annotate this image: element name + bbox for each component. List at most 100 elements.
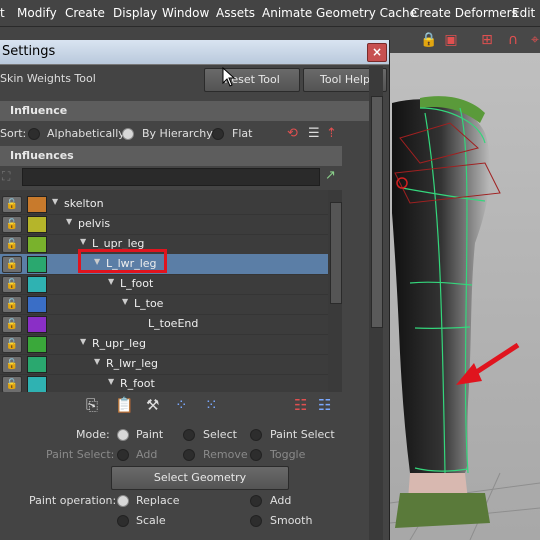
- color-swatch[interactable]: [27, 356, 47, 373]
- expand-arrow-icon[interactable]: ▼: [94, 357, 100, 366]
- mode-paint-select-radio[interactable]: [250, 429, 262, 441]
- expand-arrow-icon[interactable]: ▼: [80, 337, 86, 346]
- influence-section-header[interactable]: Influence: [0, 101, 370, 121]
- lock-icon[interactable]: 🔓: [2, 296, 22, 313]
- menu-create[interactable]: Create: [65, 6, 105, 20]
- tree-row[interactable]: 🔓 ▼ L_foot: [0, 274, 328, 295]
- menu-edit-deformers[interactable]: Edit D: [512, 6, 540, 20]
- paint-op-smooth-radio[interactable]: [250, 515, 262, 527]
- paint-select-toggle-label: Toggle: [270, 448, 306, 461]
- paint-op-scale-radio[interactable]: [117, 515, 129, 527]
- tree-row[interactable]: 🔓 ▼ R_foot: [0, 374, 328, 392]
- color-swatch[interactable]: [27, 276, 47, 293]
- reset-sort-icon[interactable]: ⟲: [287, 126, 298, 141]
- lock-icon[interactable]: 🔓: [2, 376, 22, 392]
- window-scrollbar-thumb[interactable]: [371, 96, 383, 328]
- color-swatch[interactable]: [27, 216, 47, 233]
- paint-select-toggle-radio[interactable]: [250, 449, 262, 461]
- influence-name: pelvis: [78, 217, 111, 230]
- expand-arrow-icon[interactable]: ▼: [66, 217, 72, 226]
- expand-arrow-icon[interactable]: ▼: [80, 237, 86, 246]
- select-geometry-button[interactable]: Select Geometry: [111, 466, 289, 490]
- lock-icon[interactable]: 🔓: [2, 276, 22, 293]
- menu-modify[interactable]: Modify: [17, 6, 57, 20]
- paint-op-add-radio[interactable]: [250, 495, 262, 507]
- paste-weights-icon[interactable]: 📋: [115, 396, 134, 414]
- sort-by-hierarchy-radio[interactable]: [122, 128, 134, 140]
- menu-display[interactable]: Display: [113, 6, 157, 20]
- tree-row[interactable]: 🔓 L_toeEnd: [0, 314, 328, 335]
- tree-row[interactable]: 🔓 ▼ L_toe: [0, 294, 328, 315]
- lock-icon[interactable]: 🔓: [2, 196, 22, 213]
- snap-grid-icon[interactable]: ⊞: [478, 31, 496, 49]
- lock-icon[interactable]: 🔒: [420, 31, 438, 49]
- viewport-3d[interactable]: [390, 53, 540, 540]
- weight-hammer-icon[interactable]: ⚒: [146, 396, 159, 414]
- highlight-box-annotation: [78, 249, 167, 273]
- expand-arrow-icon[interactable]: ▼: [108, 377, 114, 386]
- collapse-list-icon[interactable]: ⇡: [326, 126, 337, 141]
- pin-icon[interactable]: ↗: [325, 168, 336, 183]
- menu-assets[interactable]: Assets: [216, 6, 255, 20]
- lock-icon[interactable]: 🔓: [2, 216, 22, 233]
- tree-row[interactable]: 🔓 ▼ R_upr_leg: [0, 334, 328, 355]
- lock-icon[interactable]: 🔓: [2, 356, 22, 373]
- paint-select-add-radio[interactable]: [117, 449, 129, 461]
- sort-alphabetically-radio[interactable]: [28, 128, 40, 140]
- add-influence-icon[interactable]: ☷: [294, 396, 307, 414]
- remove-influence-icon[interactable]: ☷: [318, 396, 331, 414]
- expand-list-icon[interactable]: ☰: [308, 126, 320, 141]
- close-icon[interactable]: ×: [367, 43, 387, 62]
- influence-name: skelton: [64, 197, 104, 210]
- influences-header-label: Influences: [10, 149, 74, 162]
- paint-operation-label: Paint operation:: [29, 494, 117, 507]
- snap-point-icon[interactable]: ⌖: [526, 31, 540, 49]
- tool-name: Skin Weights Tool: [0, 72, 96, 85]
- paint-select-remove-radio[interactable]: [183, 449, 195, 461]
- tree-scrollbar[interactable]: [328, 190, 342, 392]
- lock-icon[interactable]: 🔓: [2, 336, 22, 353]
- lock-icon[interactable]: 🔓: [2, 316, 22, 333]
- color-swatch[interactable]: [27, 196, 47, 213]
- mode-paint-radio[interactable]: [117, 429, 129, 441]
- tree-scrollbar-thumb[interactable]: [330, 202, 342, 304]
- character-model: [390, 96, 540, 540]
- color-swatch[interactable]: [27, 236, 47, 253]
- show-influences-icon[interactable]: ⁙: [205, 396, 218, 414]
- influence-tree[interactable]: 🔓 ▼ skelton 🔓 ▼ pelvis 🔓 ▼ L_upr_leg 🔓 ▼…: [0, 190, 342, 392]
- menu-create-deformers[interactable]: Create Deformers: [411, 6, 518, 20]
- copy-weights-icon[interactable]: ⎘: [86, 396, 98, 414]
- window-scrollbar[interactable]: [369, 66, 383, 540]
- paint-select-add-label: Add: [136, 448, 158, 461]
- select-icon[interactable]: ▣: [442, 31, 460, 49]
- color-swatch[interactable]: [27, 376, 47, 392]
- paint-op-scale-label: Scale: [136, 514, 166, 527]
- color-swatch[interactable]: [27, 256, 47, 273]
- expand-arrow-icon[interactable]: ▼: [52, 197, 58, 206]
- paint-op-add-label: Add: [270, 494, 292, 507]
- mouse-cursor-icon: [222, 67, 236, 87]
- tree-row[interactable]: 🔓 ▼ skelton: [0, 194, 328, 215]
- color-swatch[interactable]: [27, 336, 47, 353]
- expand-arrow-icon[interactable]: ▼: [122, 297, 128, 306]
- tree-row[interactable]: 🔓 ▼ R_lwr_leg: [0, 354, 328, 375]
- color-swatch[interactable]: [27, 316, 47, 333]
- leg-mesh[interactable]: [392, 99, 491, 473]
- influence-filter-input[interactable]: [22, 168, 320, 186]
- lock-icon[interactable]: 🔓: [2, 236, 22, 253]
- menu-geometry-cache[interactable]: Geometry Cache: [316, 6, 417, 20]
- expand-arrow-icon[interactable]: ▼: [108, 277, 114, 286]
- tree-row[interactable]: 🔓 ▼ pelvis: [0, 214, 328, 235]
- mode-select-radio[interactable]: [183, 429, 195, 441]
- menu-animate[interactable]: Animate: [262, 6, 312, 20]
- menu-edit[interactable]: t: [0, 6, 5, 20]
- window-titlebar[interactable]: Settings ×: [0, 40, 389, 65]
- sort-flat-radio[interactable]: [212, 128, 224, 140]
- lock-icon[interactable]: 🔓: [2, 256, 22, 273]
- color-swatch[interactable]: [27, 296, 47, 313]
- paint-op-replace-radio[interactable]: [117, 495, 129, 507]
- menu-window[interactable]: Window: [162, 6, 209, 20]
- move-weights-icon[interactable]: ⁘: [175, 396, 188, 414]
- reset-tool-button[interactable]: Reset Tool: [204, 68, 300, 92]
- snap-curve-icon[interactable]: ∩: [504, 31, 522, 49]
